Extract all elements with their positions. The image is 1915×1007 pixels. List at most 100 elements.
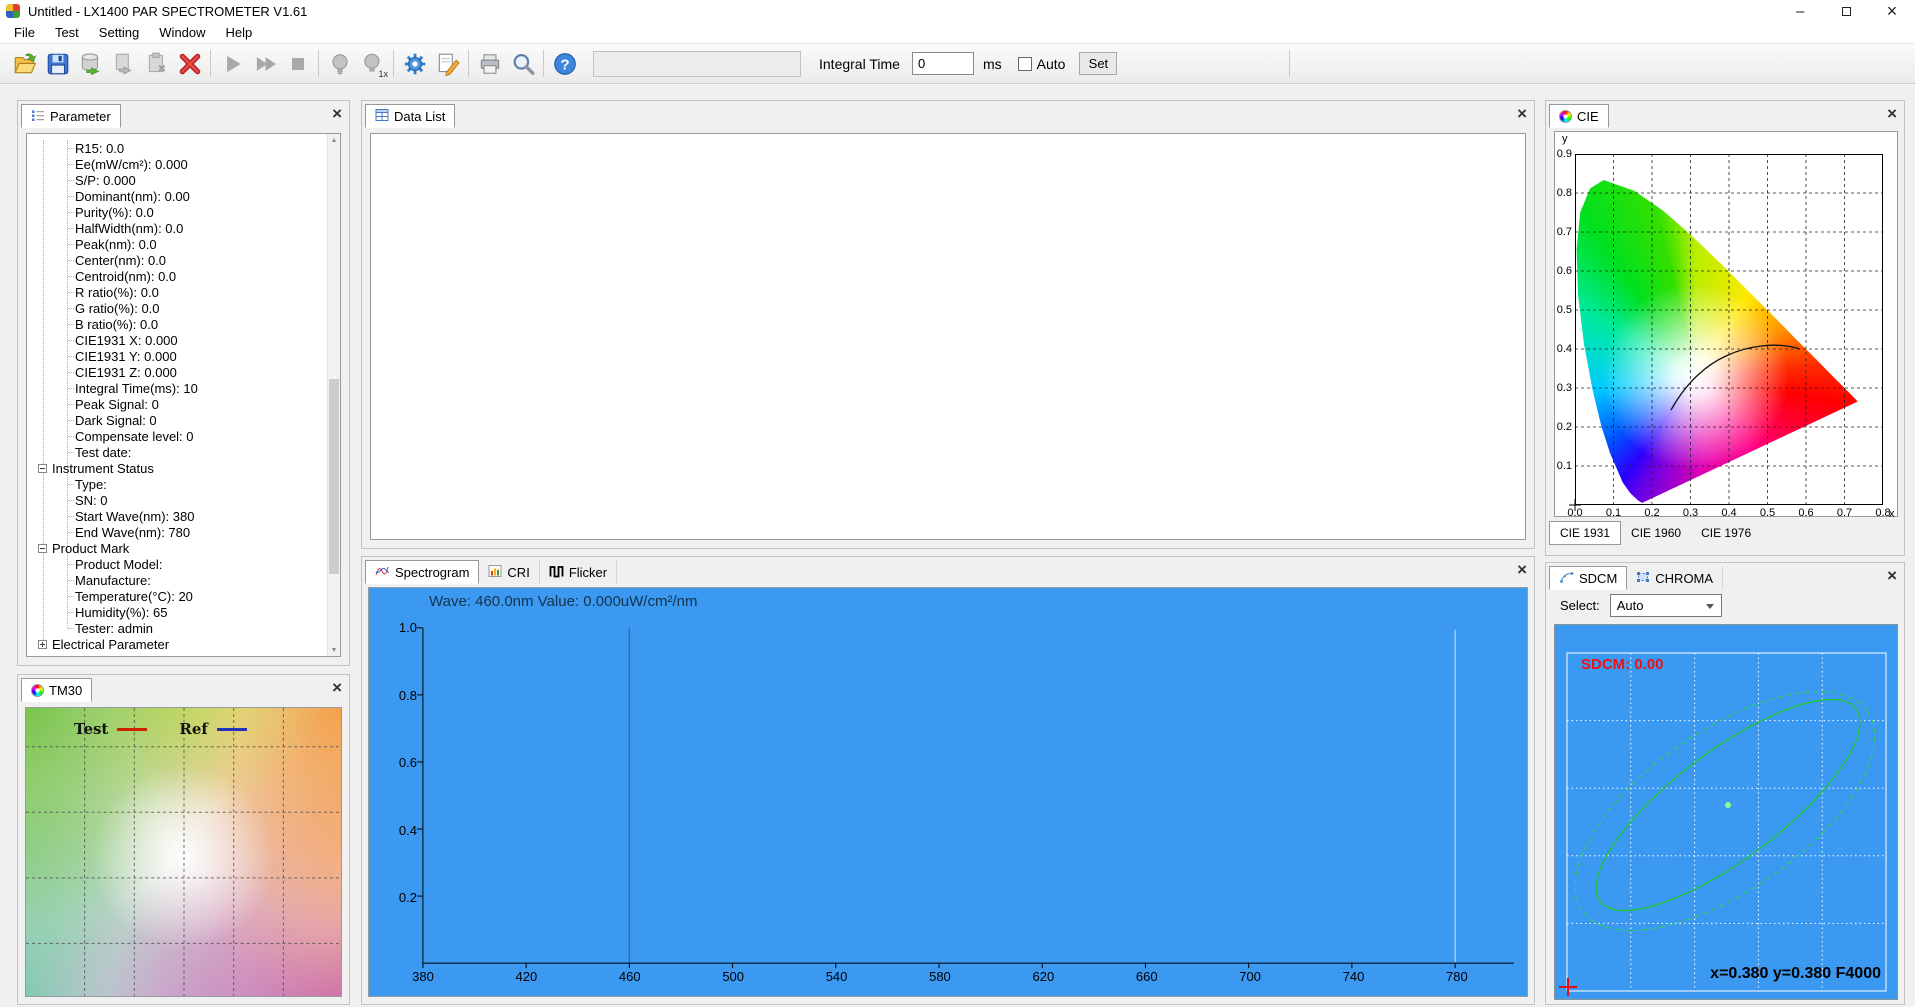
tab-cri[interactable]: CRI <box>479 560 539 584</box>
minimize-button[interactable]: – <box>1777 0 1823 22</box>
scrollbar-thumb[interactable] <box>329 379 339 574</box>
help-button[interactable]: ? <box>548 47 581 80</box>
tree-item[interactable]: End Wave(nm): 780 <box>27 524 327 540</box>
toolbar-separator <box>210 50 211 77</box>
export-report-button[interactable] <box>107 47 140 80</box>
close-icon[interactable]: × <box>1887 105 1897 122</box>
scroll-down-icon[interactable]: ▼ <box>328 644 340 656</box>
dark-calibration-button[interactable] <box>323 47 356 80</box>
tree-item[interactable]: Dark Signal: 0 <box>27 412 327 428</box>
menu-item[interactable]: File <box>4 22 45 43</box>
tree-item[interactable]: Product Model: <box>27 556 327 572</box>
delete-button[interactable] <box>173 47 206 80</box>
tree-item[interactable]: Peak(nm): 0.0 <box>27 236 327 252</box>
close-icon[interactable]: × <box>332 679 342 696</box>
tree-item[interactable]: Test date: <box>27 444 327 460</box>
tab-cie[interactable]: CIE <box>1549 104 1609 128</box>
tab-sdcm-label: SDCM <box>1579 571 1617 586</box>
auto-checkbox[interactable] <box>1018 57 1032 71</box>
auto-checkbox-label: Auto <box>1037 56 1066 72</box>
tab-sdcm[interactable]: SDCM <box>1549 566 1627 590</box>
save-button[interactable] <box>41 47 74 80</box>
tree-expander[interactable] <box>38 640 47 649</box>
tree-item[interactable]: Instrument Status <box>27 460 327 476</box>
cie-mode-tab[interactable]: CIE 1976 <box>1691 521 1761 545</box>
stop-test-button[interactable] <box>281 47 314 80</box>
y-tick-label: 0.8 <box>375 688 417 704</box>
maximize-button[interactable] <box>1823 0 1869 22</box>
cie-mode-tab[interactable]: CIE 1960 <box>1621 521 1691 545</box>
light-calibration-button[interactable]: 1x <box>356 47 389 80</box>
integral-time-input[interactable] <box>912 52 974 75</box>
tree-item[interactable]: Humidity(%): 65 <box>27 604 327 620</box>
close-icon[interactable]: × <box>1517 561 1527 578</box>
tree-item[interactable]: Type: <box>27 476 327 492</box>
tree-item[interactable]: SN: 0 <box>27 492 327 508</box>
close-icon[interactable]: × <box>1517 105 1527 122</box>
tree-item[interactable]: CIE1931 Y: 0.000 <box>27 348 327 364</box>
menu-item[interactable]: Window <box>149 22 215 43</box>
tree-item[interactable]: Center(nm): 0.0 <box>27 252 327 268</box>
unit-label: ms <box>983 56 1002 72</box>
tab-data-list[interactable]: Data List <box>365 104 455 128</box>
tree-item[interactable]: CIE1931 Z: 0.000 <box>27 364 327 380</box>
tree-item[interactable]: B ratio(%): 0.0 <box>27 316 327 332</box>
close-button[interactable]: × <box>1869 0 1915 22</box>
export-data-button[interactable] <box>74 47 107 80</box>
tree-expander[interactable] <box>38 544 47 553</box>
tree-item[interactable]: Purity(%): 0.0 <box>27 204 327 220</box>
tab-flicker[interactable]: Flicker <box>540 560 617 584</box>
open-file-button[interactable] <box>8 47 41 80</box>
tree-expander[interactable] <box>38 464 47 473</box>
tree-item[interactable]: G ratio(%): 0.0 <box>27 300 327 316</box>
close-icon[interactable]: × <box>332 105 342 122</box>
tab-cie-label: CIE <box>1577 109 1599 124</box>
spectrogram-panel: Spectrogram CRI Flicker × Wave: 460.0nm … <box>361 556 1535 1005</box>
tree-item-label: Dark Signal: 0 <box>75 413 157 428</box>
tab-parameter[interactable]: Parameter <box>21 104 121 128</box>
tree-item[interactable]: R ratio(%): 0.0 <box>27 284 327 300</box>
tree-item[interactable]: Integral Time(ms): 10 <box>27 380 327 396</box>
tree-item[interactable]: Ee(mW/cm²): 0.000 <box>27 156 327 172</box>
set-button[interactable]: Set <box>1079 52 1117 75</box>
menu-item[interactable]: Help <box>216 22 263 43</box>
tree-item[interactable]: CIE1931 X: 0.000 <box>27 332 327 348</box>
tree-item[interactable]: R15: 0.0 <box>27 140 327 156</box>
tree-item[interactable]: Start Wave(nm): 380 <box>27 508 327 524</box>
start-test-button[interactable] <box>215 47 248 80</box>
select-label: Select: <box>1560 598 1600 613</box>
tree-item[interactable]: Product Mark <box>27 540 327 556</box>
zoom-button[interactable] <box>506 47 539 80</box>
sdcm-select-dropdown[interactable]: Auto <box>1610 594 1722 617</box>
y-tick-label: 0.7 <box>1555 225 1572 239</box>
tree-item[interactable]: Tester: admin <box>27 620 327 636</box>
tab-tm30[interactable]: TM30 <box>21 678 92 702</box>
tree-item[interactable]: HalfWidth(nm): 0.0 <box>27 220 327 236</box>
data-list-content[interactable] <box>370 133 1526 540</box>
menu-item[interactable]: Setting <box>89 22 149 43</box>
tab-spectrogram[interactable]: Spectrogram <box>365 560 479 584</box>
x-tick-label: 0.1 <box>1602 507 1626 519</box>
import-data-button[interactable] <box>140 47 173 80</box>
tree-item[interactable]: Dominant(nm): 0.00 <box>27 188 327 204</box>
tree-item-label: SN: 0 <box>75 493 108 508</box>
tree-item[interactable]: Temperature(°C): 20 <box>27 588 327 604</box>
scroll-up-icon[interactable]: ▲ <box>328 134 340 146</box>
tab-chroma[interactable]: CHROMA <box>1627 566 1723 590</box>
tree-item[interactable]: Manufacture: <box>27 572 327 588</box>
tree-item[interactable]: Peak Signal: 0 <box>27 396 327 412</box>
tree-item[interactable]: Centroid(nm): 0.0 <box>27 268 327 284</box>
x-tick-label: 620 <box>1023 969 1063 984</box>
menu-item[interactable]: Test <box>45 22 89 43</box>
settings-button[interactable] <box>398 47 431 80</box>
edit-button[interactable] <box>431 47 464 80</box>
cri-chart-icon <box>488 564 502 581</box>
parameter-scrollbar[interactable]: ▲ ▼ <box>327 134 340 656</box>
tree-item[interactable]: Compensate level: 0 <box>27 428 327 444</box>
tree-item[interactable]: S/P: 0.000 <box>27 172 327 188</box>
tree-item[interactable]: Electrical Parameter <box>27 636 327 652</box>
close-icon[interactable]: × <box>1887 567 1897 584</box>
cie-mode-tab[interactable]: CIE 1931 <box>1549 521 1621 545</box>
continuous-test-button[interactable] <box>248 47 281 80</box>
print-button[interactable] <box>473 47 506 80</box>
